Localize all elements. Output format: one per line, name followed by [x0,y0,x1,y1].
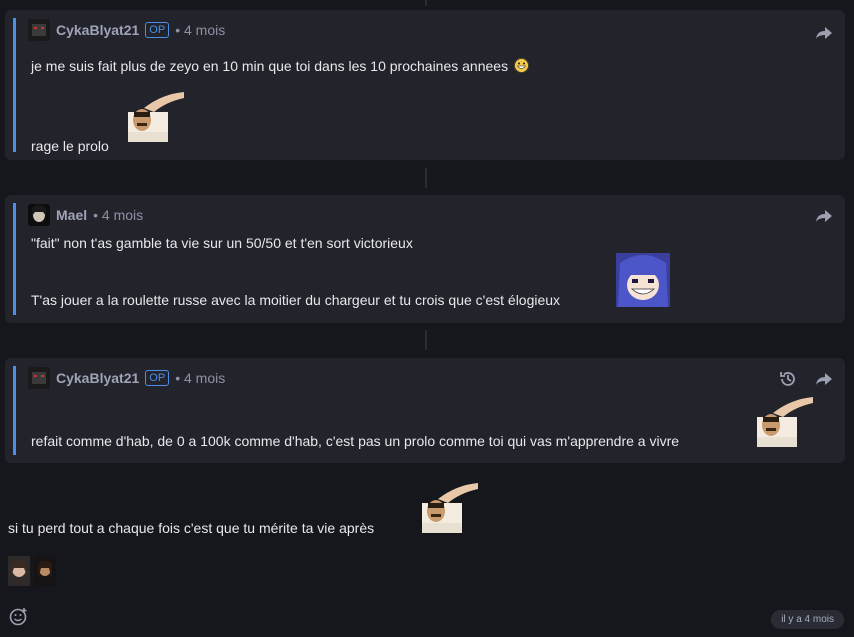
risitas-sticker [418,481,480,538]
message-line: "fait" non t'as gamble ta vie sur un 50/… [31,235,413,251]
share-button[interactable] [813,205,835,227]
op-badge: OP [145,370,170,386]
post-header: CykaBlyat21 OP • 4 mois [28,18,837,42]
quote-block: Mael • 4 mois "fait" non t'as gamble ta … [13,203,837,315]
grin-emoji-icon [513,58,529,73]
add-reaction-button[interactable] [9,607,29,627]
time-badge: il y a 4 mois [771,610,844,629]
thread-connector [425,0,427,6]
history-icon [780,372,795,386]
author-name[interactable]: CykaBlyat21 [56,22,139,38]
risitas-sticker [124,90,186,147]
share-icon [816,27,832,39]
author-name[interactable]: CykaBlyat21 [56,370,139,386]
post-time: • 4 mois [93,207,144,223]
author-name[interactable]: Mael [56,207,87,223]
thread-connector [425,330,427,350]
quoted-post: CykaBlyat21 OP • 4 mois refait comme d'h… [5,358,845,463]
avatar[interactable] [34,556,56,586]
share-button[interactable] [813,368,835,390]
share-icon [816,210,832,222]
quote-block: CykaBlyat21 OP • 4 mois je me suis fait … [13,18,837,154]
avatar[interactable] [28,204,50,226]
quoted-post: CykaBlyat21 OP • 4 mois je me suis fait … [5,10,845,160]
avatar[interactable] [28,367,50,389]
message-line: T'as jouer a la roulette russe avec la m… [31,292,561,308]
post-header: Mael • 4 mois [28,203,837,227]
add-reaction-icon [9,608,27,626]
avatar[interactable] [8,556,30,586]
share-button[interactable] [813,22,835,44]
op-badge: OP [145,22,170,38]
message-line: je me suis fait plus de zeyo en 10 min q… [31,58,509,74]
reactor-avatars [8,556,56,586]
history-button[interactable] [777,368,799,390]
anime-girl-sticker [616,253,670,312]
risitas-sticker [753,395,815,452]
thread-connector [425,168,427,188]
quoted-post: Mael • 4 mois "fait" non t'as gamble ta … [5,195,845,323]
avatar[interactable] [28,19,50,41]
message-line: refait comme d'hab, de 0 a 100k comme d'… [31,433,680,449]
share-icon [816,373,832,385]
post-header: CykaBlyat21 OP • 4 mois [28,366,837,390]
message-text: je me suis fait plus de zeyo en 10 min q… [31,58,529,74]
reply-message: si tu perd tout a chaque fois c'est que … [8,520,375,536]
post-time: • 4 mois [175,22,226,38]
post-time: • 4 mois [175,370,226,386]
message-line: rage le prolo [31,138,109,154]
quote-block: CykaBlyat21 OP • 4 mois refait comme d'h… [13,366,837,455]
